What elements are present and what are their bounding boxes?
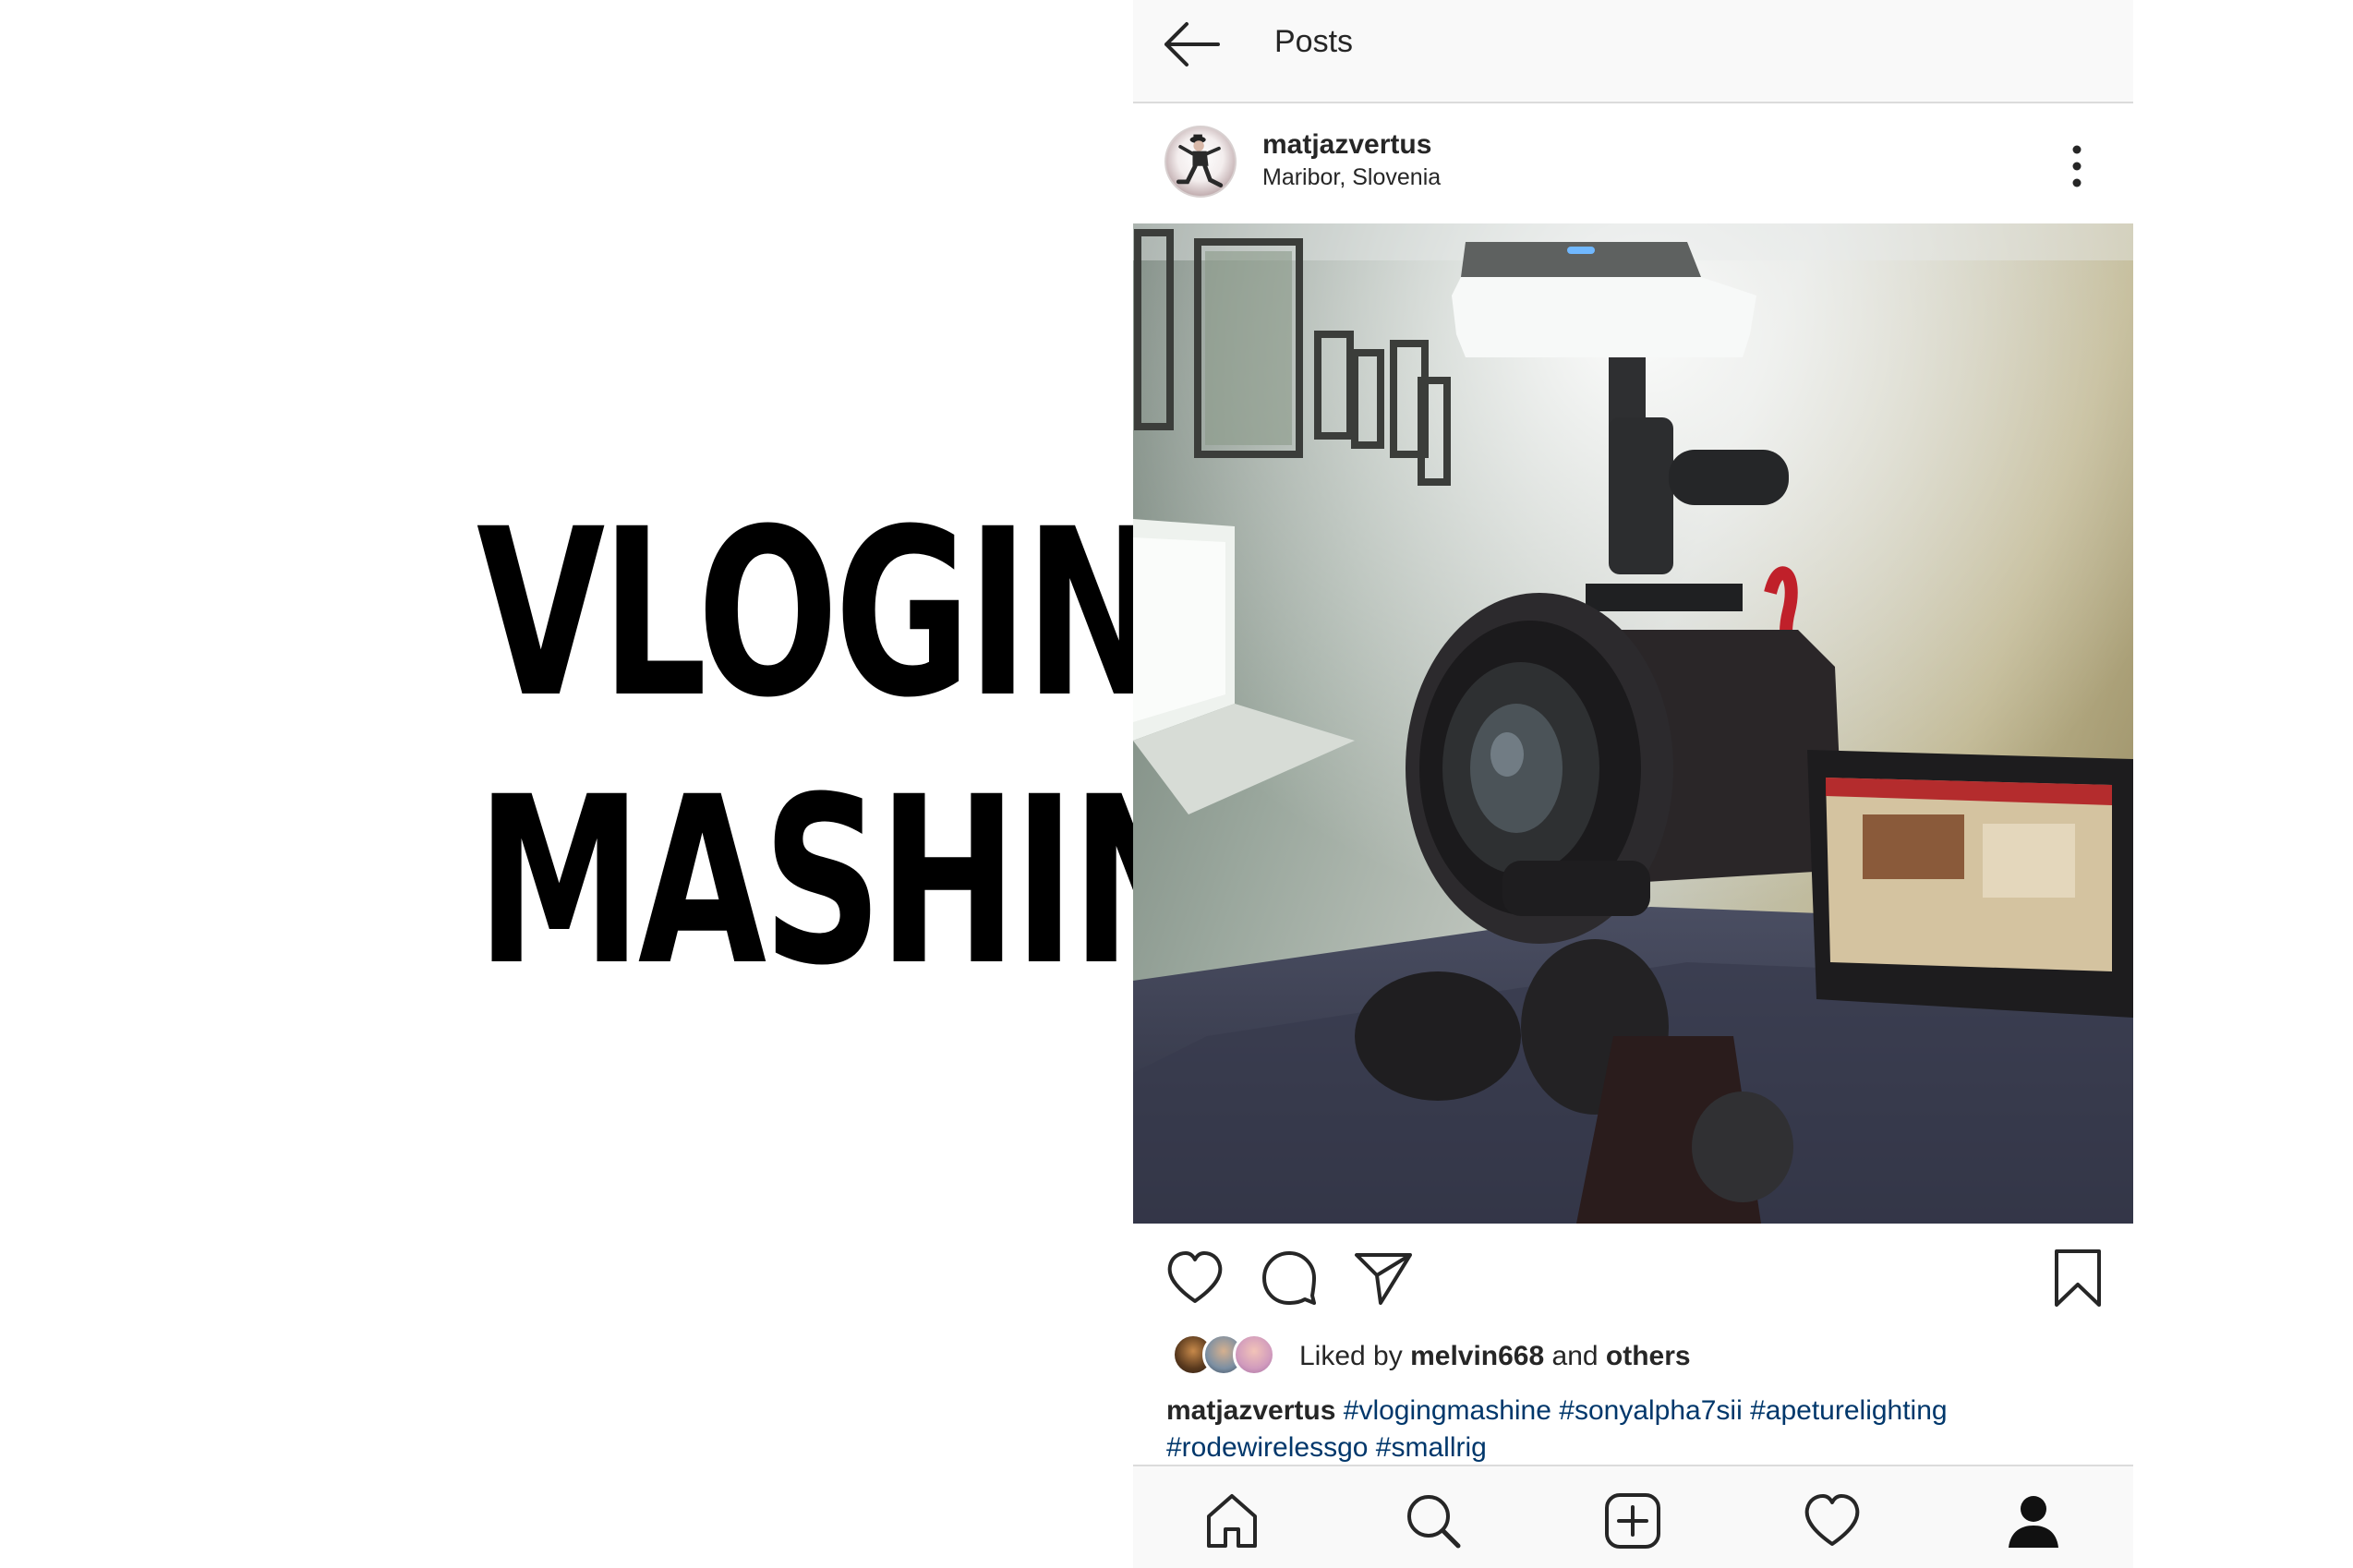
profile-icon[interactable]: [2003, 1490, 2064, 1551]
bottom-nav: [1133, 1465, 2133, 1568]
hashtag[interactable]: #smallrig: [1376, 1432, 1487, 1463]
post-caption: matjazvertus #vlogingmashine #sonyalpha7…: [1166, 1393, 2090, 1466]
paper-plane-icon[interactable]: [1353, 1248, 1414, 1309]
hashtag[interactable]: #sonyalpha7sii: [1559, 1395, 1742, 1426]
heart-icon[interactable]: [1802, 1490, 1863, 1551]
post-username[interactable]: matjazvertus: [1262, 129, 1431, 161]
post-header: matjazvertus Maribor, Slovenia: [1133, 103, 2133, 223]
hashtag[interactable]: #apeturelighting: [1750, 1395, 1948, 1426]
avatar[interactable]: [1164, 126, 1237, 198]
top-bar: Posts: [1133, 0, 2133, 103]
post-location[interactable]: Maribor, Slovenia: [1262, 164, 1441, 191]
headline-line-1: VLOGING: [477, 479, 1297, 748]
heart-icon[interactable]: [1164, 1248, 1225, 1309]
hashtag[interactable]: #vlogingmashine: [1344, 1395, 1551, 1426]
post-photo[interactable]: [1133, 223, 2133, 1224]
caption-username[interactable]: matjazvertus: [1166, 1395, 1335, 1426]
likes-others[interactable]: others: [1606, 1341, 1691, 1371]
likes-user[interactable]: melvin668: [1410, 1341, 1544, 1371]
headline-line-2: MASHINE: [477, 747, 1320, 1016]
arrow-left-icon[interactable]: [1159, 18, 1224, 70]
plus-square-icon[interactable]: [1602, 1490, 1663, 1551]
home-icon[interactable]: [1201, 1490, 1262, 1551]
bookmark-icon[interactable]: [2047, 1248, 2108, 1309]
likes-prefix: Liked by: [1299, 1341, 1411, 1371]
likes-summary[interactable]: Liked by melvin668 and others: [1299, 1341, 1691, 1372]
comment-bubble-icon[interactable]: [1259, 1248, 1320, 1309]
instagram-post-screen: Posts matjazvertus Maribor, Slovenia Lik…: [1133, 0, 2133, 1568]
likes-and: and: [1544, 1341, 1606, 1371]
hashtag[interactable]: #rodewirelessgo: [1166, 1432, 1368, 1463]
avatar-figure-icon: [1176, 134, 1224, 187]
page-title: Posts: [1274, 24, 1354, 59]
search-icon[interactable]: [1403, 1490, 1464, 1551]
likes-row: Liked by melvin668 and others: [1133, 1326, 2133, 1381]
headline: VLOGING MASHINE: [231, 479, 1320, 1016]
post-actions: [1133, 1224, 2133, 1325]
vertical-dots-icon[interactable]: [2066, 140, 2088, 196]
camera-rig-illustration: [1133, 223, 2133, 1224]
liker-avatar-3[interactable]: [1233, 1333, 1275, 1376]
